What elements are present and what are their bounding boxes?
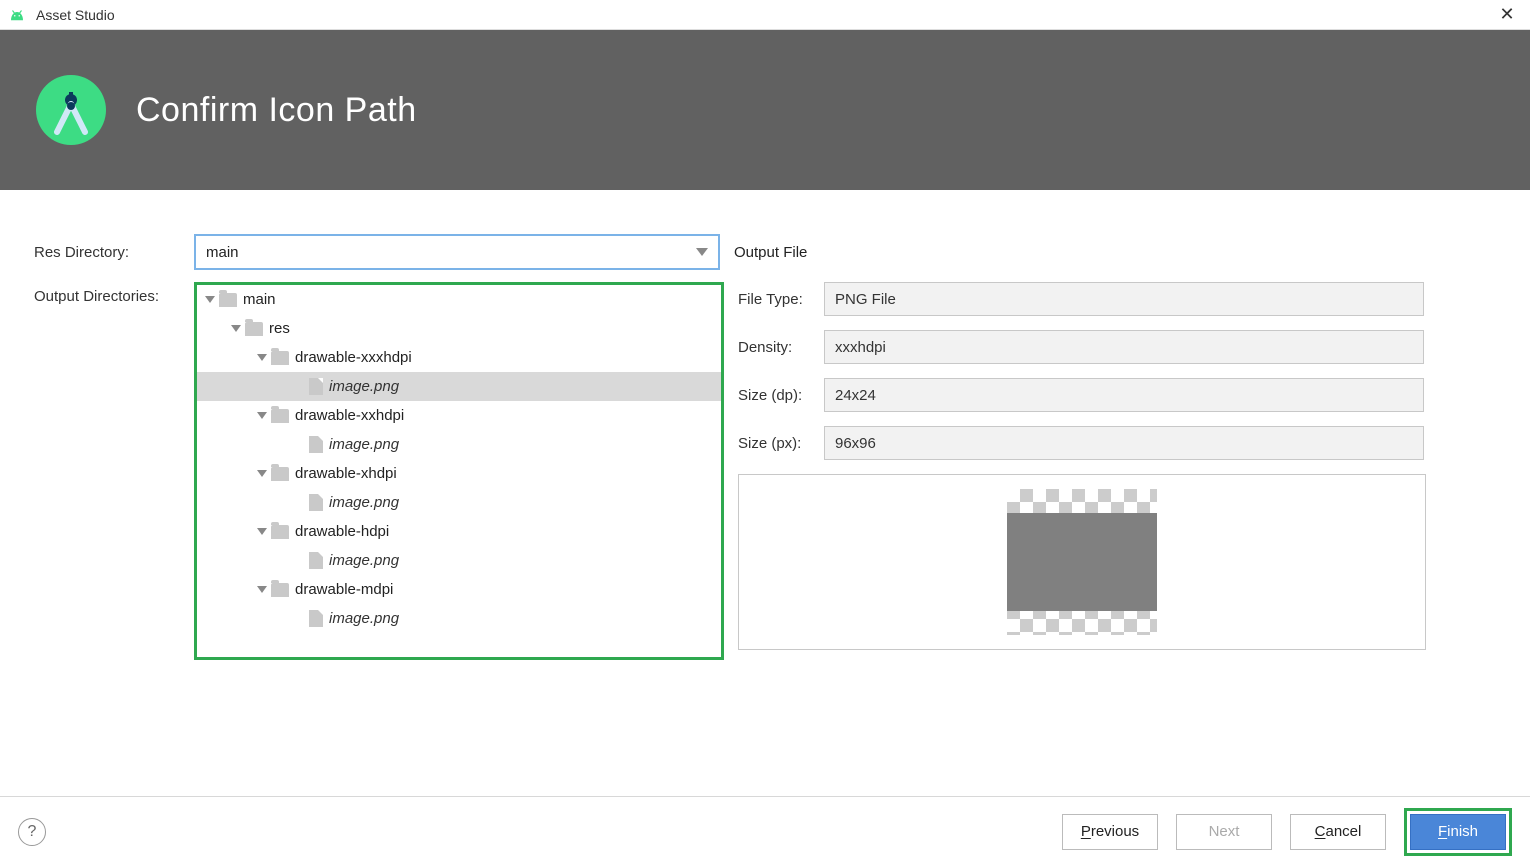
file-type-label: File Type:: [738, 291, 824, 308]
banner: Confirm Icon Path: [0, 30, 1530, 190]
cancel-button[interactable]: Cancel: [1290, 814, 1386, 850]
tree-label: main: [243, 291, 276, 308]
tree-label: image.png: [329, 436, 399, 453]
tree-label: image.png: [329, 494, 399, 511]
next-button: Next: [1176, 814, 1272, 850]
file-icon: [309, 436, 323, 453]
folder-icon: [271, 351, 289, 365]
file-type-value: PNG File: [824, 282, 1424, 316]
output-file-panel: File Type: PNG File Density: xxxhdpi Siz…: [738, 282, 1496, 660]
res-directory-select[interactable]: main: [194, 234, 720, 270]
title-bar: Asset Studio ✕: [0, 0, 1530, 30]
expand-icon: [231, 325, 241, 332]
tree-row[interactable]: drawable-mdpi: [197, 575, 721, 604]
tree-row[interactable]: image.png: [197, 604, 721, 633]
tree-row[interactable]: drawable-hdpi: [197, 517, 721, 546]
tree-row-res[interactable]: res: [197, 314, 721, 343]
finish-button[interactable]: Finish: [1410, 814, 1506, 850]
tree-label: drawable-xhdpi: [295, 465, 397, 482]
chevron-down-icon: [696, 248, 708, 256]
tree-row[interactable]: image.png: [197, 546, 721, 575]
density-value: xxxhdpi: [824, 330, 1424, 364]
file-icon: [309, 552, 323, 569]
tree-row[interactable]: drawable-xxxhdpi: [197, 343, 721, 372]
previous-button[interactable]: Previous: [1062, 814, 1158, 850]
window-title: Asset Studio: [36, 7, 1492, 23]
tree-label: drawable-xxxhdpi: [295, 349, 412, 366]
tree-row[interactable]: image.png: [197, 488, 721, 517]
output-file-label: Output File: [734, 244, 1496, 261]
tree-row[interactable]: image.png: [197, 372, 721, 401]
file-icon: [309, 494, 323, 511]
res-directory-value: main: [206, 244, 696, 261]
expand-icon: [257, 586, 267, 593]
android-icon: [8, 9, 26, 21]
expand-icon: [257, 470, 267, 477]
expand-icon: [257, 528, 267, 535]
content-area: Res Directory: main Output File Output D…: [0, 190, 1530, 796]
folder-icon: [271, 409, 289, 423]
android-studio-icon: [36, 75, 106, 145]
tree-label: drawable-hdpi: [295, 523, 389, 540]
help-button[interactable]: ?: [18, 818, 46, 846]
expand-icon: [257, 412, 267, 419]
close-button[interactable]: ✕: [1492, 4, 1522, 25]
folder-icon: [245, 322, 263, 336]
folder-icon: [271, 583, 289, 597]
tree-row[interactable]: image.png: [197, 430, 721, 459]
expand-icon: [257, 354, 267, 361]
tree-label: drawable-xxhdpi: [295, 407, 404, 424]
output-directories-tree[interactable]: main res drawable-xxxhdpi image.png draw…: [194, 282, 724, 660]
file-icon: [309, 378, 323, 395]
file-icon: [309, 610, 323, 627]
finish-highlight: Finish: [1404, 808, 1512, 856]
size-dp-label: Size (dp):: [738, 387, 824, 404]
size-dp-value: 24x24: [824, 378, 1424, 412]
folder-icon: [271, 525, 289, 539]
expand-icon: [205, 296, 215, 303]
output-directories-label: Output Directories:: [34, 282, 194, 660]
size-px-value: 96x96: [824, 426, 1424, 460]
tree-label: image.png: [329, 610, 399, 627]
tree-label: drawable-mdpi: [295, 581, 393, 598]
tree-row[interactable]: drawable-xxhdpi: [197, 401, 721, 430]
tree-row-main[interactable]: main: [197, 285, 721, 314]
res-directory-label: Res Directory:: [34, 244, 194, 261]
folder-icon: [271, 467, 289, 481]
folder-icon: [219, 293, 237, 307]
footer: ? Previous Next Cancel Finish: [0, 796, 1530, 866]
tree-label: res: [269, 320, 290, 337]
size-px-label: Size (px):: [738, 435, 824, 452]
preview-image: [1007, 489, 1157, 635]
preview-box: [738, 474, 1426, 650]
tree-label: image.png: [329, 378, 399, 395]
tree-row[interactable]: drawable-xhdpi: [197, 459, 721, 488]
page-title: Confirm Icon Path: [136, 91, 417, 130]
tree-label: image.png: [329, 552, 399, 569]
density-label: Density:: [738, 339, 824, 356]
